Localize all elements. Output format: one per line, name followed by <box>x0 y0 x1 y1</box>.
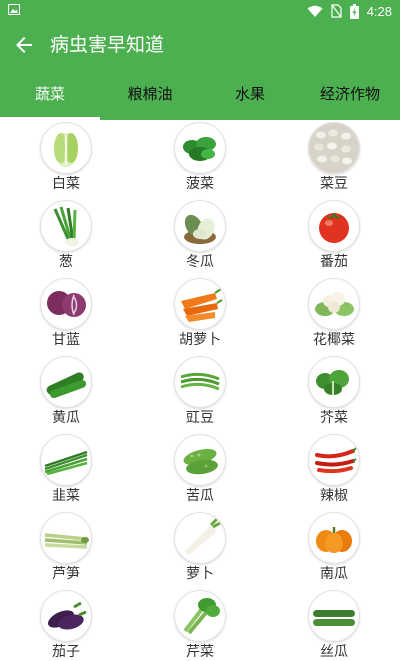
asparagus-icon <box>40 512 92 564</box>
vegetable-label: 冬瓜 <box>186 254 214 270</box>
page-title: 病虫害早知道 <box>50 34 165 56</box>
tab-label: 经济作物 <box>319 85 380 103</box>
vegetable-item-pumpkin[interactable]: 南瓜 <box>279 510 389 588</box>
vegetable-label: 番茄 <box>320 254 348 270</box>
no-sim-icon <box>331 4 342 18</box>
wifi-icon <box>307 5 323 17</box>
vegetable-item-beans[interactable]: 菜豆 <box>279 120 389 198</box>
chili-pepper-icon <box>308 434 360 486</box>
vegetable-label: 苦瓜 <box>186 488 214 504</box>
vegetable-item-chives[interactable]: 韭菜 <box>11 432 121 510</box>
tomato-icon <box>308 200 360 252</box>
tab-grain-cotton-oil[interactable]: 粮棉油 <box>100 68 200 120</box>
vegetable-label: 花椰菜 <box>313 332 355 348</box>
vegetable-item-carrot[interactable]: 胡萝卜 <box>145 276 255 354</box>
tab-vegetables[interactable]: 蔬菜 <box>0 68 100 120</box>
vegetable-item-bitter-melon[interactable]: 苦瓜 <box>145 432 255 510</box>
vegetable-item-cucumber[interactable]: 黄瓜 <box>11 354 121 432</box>
app-bar: 病虫害早知道 <box>0 22 400 68</box>
vegetable-label: 韭菜 <box>52 488 80 504</box>
vegetable-item-napa-cabbage[interactable]: 白菜 <box>11 120 121 198</box>
spinach-icon <box>174 122 226 174</box>
vegetable-item-radish[interactable]: 萝卜 <box>145 510 255 588</box>
long-bean-icon <box>174 356 226 408</box>
vegetable-item-asparagus[interactable]: 芦笋 <box>11 510 121 588</box>
status-bar: 4:28 <box>0 0 400 22</box>
red-cabbage-icon <box>40 278 92 330</box>
vegetable-label: 芦笋 <box>52 566 80 582</box>
vegetable-grid: 白菜 菠菜 菜豆 葱 冬瓜 番茄 甘蓝 胡萝卜 花椰菜 黄瓜 豇豆 芥菜 韭菜 … <box>0 120 400 661</box>
scallion-icon <box>40 200 92 252</box>
celery-icon <box>174 590 226 642</box>
vegetable-label: 丝瓜 <box>320 644 348 660</box>
vegetable-item-mustard-greens[interactable]: 芥菜 <box>279 354 389 432</box>
vegetable-label: 葱 <box>59 254 73 270</box>
radish-icon <box>174 512 226 564</box>
pumpkin-icon <box>308 512 360 564</box>
beans-icon <box>308 122 360 174</box>
vegetable-label: 萝卜 <box>186 566 214 582</box>
vegetable-label: 菠菜 <box>186 176 214 192</box>
bitter-melon-icon <box>174 434 226 486</box>
vegetable-item-tomato[interactable]: 番茄 <box>279 198 389 276</box>
vegetable-item-scallion[interactable]: 葱 <box>11 198 121 276</box>
chives-icon <box>40 434 92 486</box>
tab-label: 蔬菜 <box>34 85 65 103</box>
category-tabs: 蔬菜 粮棉油 水果 经济作物 <box>0 68 400 120</box>
vegetable-label: 南瓜 <box>320 566 348 582</box>
cucumber-icon <box>40 356 92 408</box>
battery-charging-icon <box>349 3 359 19</box>
vegetable-item-winter-melon[interactable]: 冬瓜 <box>145 198 255 276</box>
tab-label: 水果 <box>234 85 265 103</box>
vegetable-item-celery[interactable]: 芹菜 <box>145 588 255 661</box>
tab-cash-crops[interactable]: 经济作物 <box>300 68 400 120</box>
vegetable-item-red-cabbage[interactable]: 甘蓝 <box>11 276 121 354</box>
tab-fruits[interactable]: 水果 <box>200 68 300 120</box>
eggplant-icon <box>40 590 92 642</box>
tab-label: 粮棉油 <box>127 85 173 103</box>
vegetable-item-eggplant[interactable]: 茄子 <box>11 588 121 661</box>
vegetable-label: 茄子 <box>52 644 80 660</box>
vegetable-item-spinach[interactable]: 菠菜 <box>145 120 255 198</box>
vegetable-label: 豇豆 <box>186 410 214 426</box>
vegetable-label: 胡萝卜 <box>179 332 221 348</box>
vegetable-label: 黄瓜 <box>52 410 80 426</box>
vegetable-item-long-bean[interactable]: 豇豆 <box>145 354 255 432</box>
vegetable-item-cauliflower[interactable]: 花椰菜 <box>279 276 389 354</box>
vegetable-label: 白菜 <box>52 176 80 192</box>
mustard-greens-icon <box>308 356 360 408</box>
vegetable-label: 芹菜 <box>186 644 214 660</box>
vegetable-item-loofah[interactable]: 丝瓜 <box>279 588 389 661</box>
vegetable-label: 菜豆 <box>320 176 348 192</box>
carrot-icon <box>174 278 226 330</box>
status-time: 4:28 <box>366 3 392 19</box>
cauliflower-icon <box>308 278 360 330</box>
gallery-notification-icon <box>8 4 20 15</box>
vegetable-label: 甘蓝 <box>52 332 80 348</box>
back-arrow-icon[interactable] <box>12 33 36 57</box>
vegetable-label: 芥菜 <box>320 410 348 426</box>
loofah-icon <box>308 590 360 642</box>
napa-cabbage-icon <box>40 122 92 174</box>
vegetable-label: 辣椒 <box>320 488 348 504</box>
vegetable-item-chili-pepper[interactable]: 辣椒 <box>279 432 389 510</box>
winter-melon-icon <box>174 200 226 252</box>
